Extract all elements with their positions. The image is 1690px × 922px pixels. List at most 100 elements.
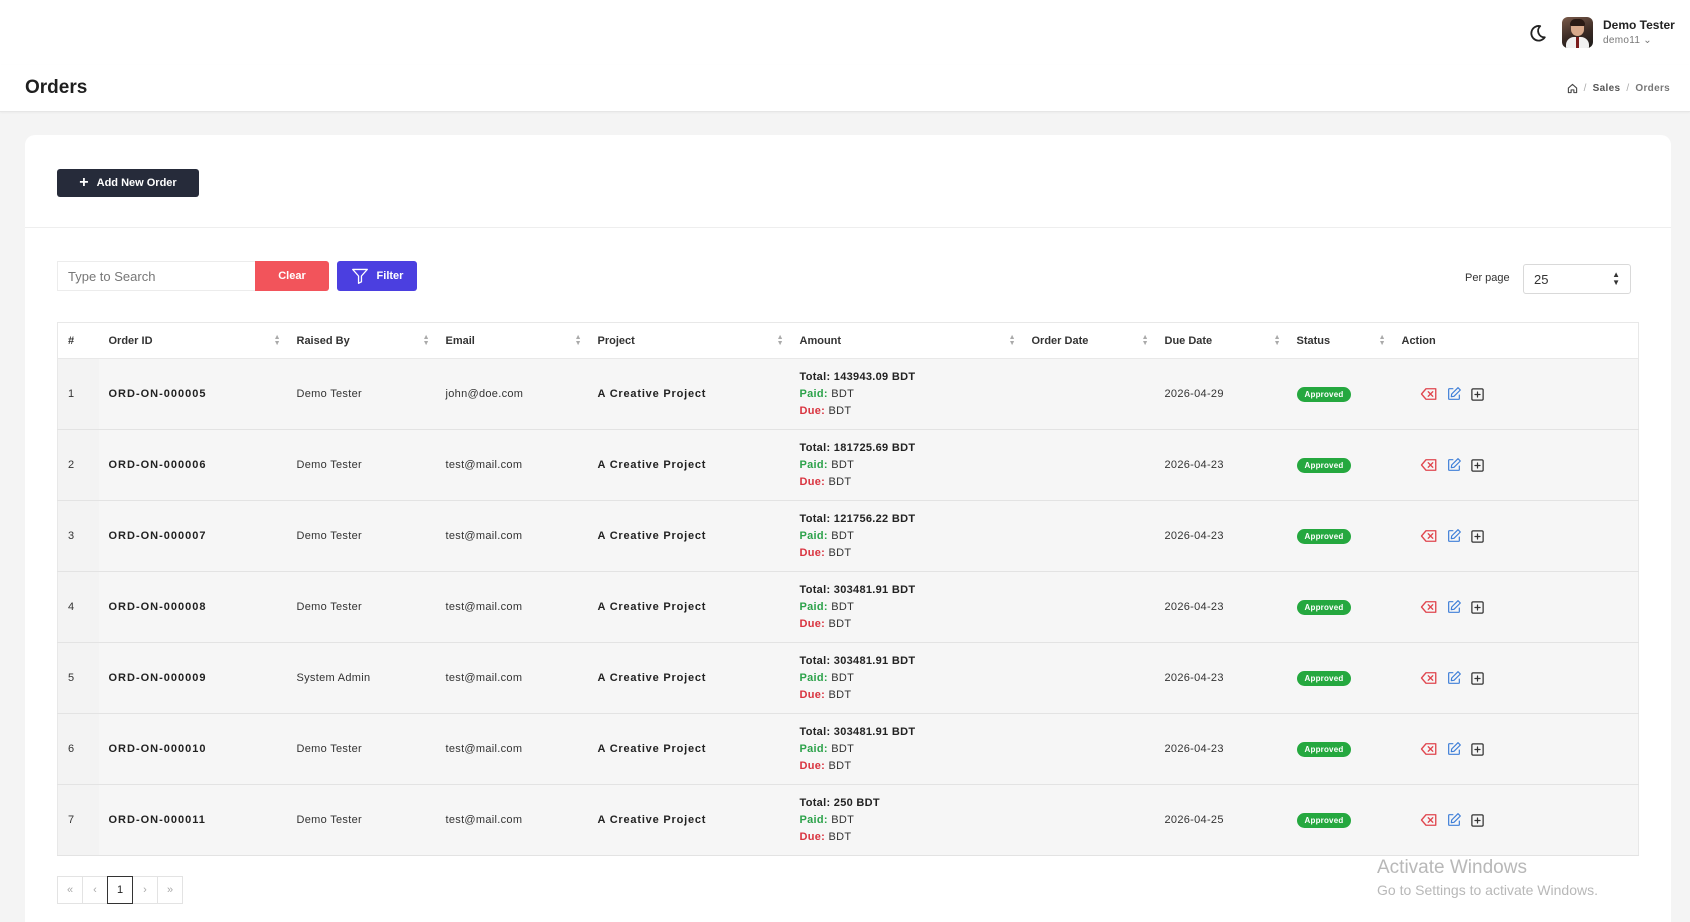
order-id: ORD-ON-000010 <box>108 743 207 755</box>
delete-backspace-icon[interactable] <box>1420 600 1438 614</box>
amount: Total: 303481.91 BDT Paid: BDT Due: BDT <box>790 643 1022 714</box>
amount-due: Due: BDT <box>800 403 1012 420</box>
status-badge: Approved <box>1296 528 1352 544</box>
edit-pencil-icon[interactable] <box>1446 741 1462 757</box>
edit-pencil-icon[interactable] <box>1446 599 1462 615</box>
table-row: 7 ORD-ON-000011 Demo Tester test@mail.com A … <box>57 784 1639 856</box>
sort-icon[interactable]: ▲ ▼ <box>1379 334 1386 347</box>
column-header-project[interactable]: Project ▲ ▼ <box>588 323 790 359</box>
column-header-due-date[interactable]: Due Date ▲ ▼ <box>1155 323 1287 359</box>
row-actions <box>1402 386 1629 402</box>
column-header-order-id[interactable]: Order ID ▲ ▼ <box>99 323 287 359</box>
home-icon[interactable] <box>1567 83 1578 94</box>
delete-backspace-icon[interactable] <box>1420 813 1438 827</box>
amount-paid: Paid: BDT <box>800 457 1012 474</box>
edit-pencil-icon[interactable] <box>1446 457 1462 473</box>
paid-value: BDT <box>831 529 855 542</box>
sort-icon[interactable]: ▲ ▼ <box>777 334 784 347</box>
status-badge: Approved <box>1296 670 1352 686</box>
delete-backspace-icon[interactable] <box>1420 671 1438 685</box>
status-badge: Approved <box>1296 457 1352 473</box>
sort-icon[interactable]: ▲ ▼ <box>1009 334 1016 347</box>
user-name[interactable]: Demo Tester <box>1603 18 1675 32</box>
edit-pencil-icon[interactable] <box>1446 812 1462 828</box>
due-value: BDT <box>828 617 852 630</box>
sort-icon[interactable]: ▲ ▼ <box>274 334 281 347</box>
edit-pencil-icon[interactable] <box>1446 670 1462 686</box>
action-cell <box>1392 643 1639 714</box>
due-label: Due: <box>799 688 826 701</box>
raised-by: Demo Tester <box>296 601 362 613</box>
per-page-select[interactable]: 25 ▲ ▼ <box>1523 264 1631 294</box>
row-index: 7 <box>57 784 99 856</box>
status-badge: Approved <box>1296 741 1352 757</box>
select-arrows-icon: ▲ ▼ <box>1612 270 1620 287</box>
amount: Total: 250 BDT Paid: BDT Due: BDT <box>790 785 1022 856</box>
plus-square-icon[interactable] <box>1470 742 1485 757</box>
order-id: ORD-ON-000008 <box>108 601 207 613</box>
raised-by: Demo Tester <box>296 814 362 826</box>
next-page-button[interactable]: › <box>132 876 158 904</box>
delete-backspace-icon[interactable] <box>1420 458 1438 472</box>
page-1-button[interactable]: 1 <box>107 876 133 904</box>
breadcrumb-sales[interactable]: Sales <box>1593 83 1621 94</box>
plus-square-icon[interactable] <box>1470 600 1485 615</box>
breadcrumb-separator: / <box>1626 83 1630 94</box>
paid-value: BDT <box>831 813 855 826</box>
column-header-order-date[interactable]: Order Date ▲ ▼ <box>1022 323 1155 359</box>
last-page-button[interactable]: » <box>157 876 183 904</box>
status-cell: Approved <box>1287 643 1392 714</box>
column-header-email[interactable]: Email ▲ ▼ <box>436 323 588 359</box>
due-label: Due: <box>799 759 826 772</box>
search-input[interactable] <box>57 261 255 291</box>
column-header-amount[interactable]: Amount ▲ ▼ <box>790 323 1022 359</box>
sort-icon[interactable]: ▲ ▼ <box>1274 334 1281 347</box>
status-cell: Approved <box>1287 714 1392 785</box>
orders-table: # Order ID ▲ ▼ Raised By ▲ ▼ Email ▲ ▼ Project… <box>57 322 1639 856</box>
table-row: 4 ORD-ON-000008 Demo Tester test@mail.com A … <box>57 571 1639 643</box>
add-new-order-button[interactable]: + Add New Order <box>57 169 199 197</box>
edit-pencil-icon[interactable] <box>1446 528 1462 544</box>
moon-icon[interactable] <box>1526 22 1548 44</box>
edit-pencil-icon[interactable] <box>1446 386 1462 402</box>
delete-backspace-icon[interactable] <box>1420 529 1438 543</box>
action-cell <box>1392 430 1639 501</box>
add-new-order-label: Add New Order <box>96 177 177 189</box>
column-header-index: # <box>68 334 75 347</box>
sort-icon[interactable]: ▲ ▼ <box>1142 334 1149 347</box>
due-label: Due: <box>799 475 826 488</box>
plus-square-icon[interactable] <box>1470 387 1485 402</box>
prev-page-button[interactable]: ‹ <box>82 876 108 904</box>
paid-value: BDT <box>831 671 855 684</box>
plus-square-icon[interactable] <box>1470 813 1485 828</box>
sort-icon[interactable]: ▲ ▼ <box>423 334 430 347</box>
due-date: 2026-04-23 <box>1164 530 1224 542</box>
project: A Creative Project <box>597 388 707 400</box>
column-header-raised-by[interactable]: Raised By ▲ ▼ <box>287 323 436 359</box>
project: A Creative Project <box>597 672 707 684</box>
paid-label: Paid: <box>799 529 828 542</box>
filter-button[interactable]: Filter <box>337 261 417 291</box>
paid-label: Paid: <box>799 458 828 471</box>
delete-backspace-icon[interactable] <box>1420 387 1438 401</box>
watermark-subtitle: Go to Settings to activate Windows. <box>1377 882 1598 898</box>
amount: Total: 143943.09 BDT Paid: BDT Due: BDT <box>790 359 1022 430</box>
delete-backspace-icon[interactable] <box>1420 742 1438 756</box>
plus-square-icon[interactable] <box>1470 671 1485 686</box>
sort-icon[interactable]: ▲ ▼ <box>575 334 582 347</box>
due-label: Due: <box>799 404 826 417</box>
user-dropdown-toggle[interactable]: demo11 ⌄ <box>1603 35 1652 46</box>
due-label: Due: <box>799 546 826 559</box>
plus-square-icon[interactable] <box>1470 529 1485 544</box>
row-index: 3 <box>57 500 99 572</box>
column-header-status[interactable]: Status ▲ ▼ <box>1287 323 1392 359</box>
due-label: Due: <box>799 617 826 630</box>
email: test@mail.com <box>445 530 523 542</box>
plus-square-icon[interactable] <box>1470 458 1485 473</box>
avatar[interactable] <box>1562 17 1593 48</box>
per-page-value: 25 <box>1534 271 1549 287</box>
table-row: 3 ORD-ON-000007 Demo Tester test@mail.com A … <box>57 500 1639 572</box>
pagination: « ‹ 1 › » <box>57 876 183 904</box>
first-page-button[interactable]: « <box>57 876 83 904</box>
clear-button[interactable]: Clear <box>255 261 329 291</box>
